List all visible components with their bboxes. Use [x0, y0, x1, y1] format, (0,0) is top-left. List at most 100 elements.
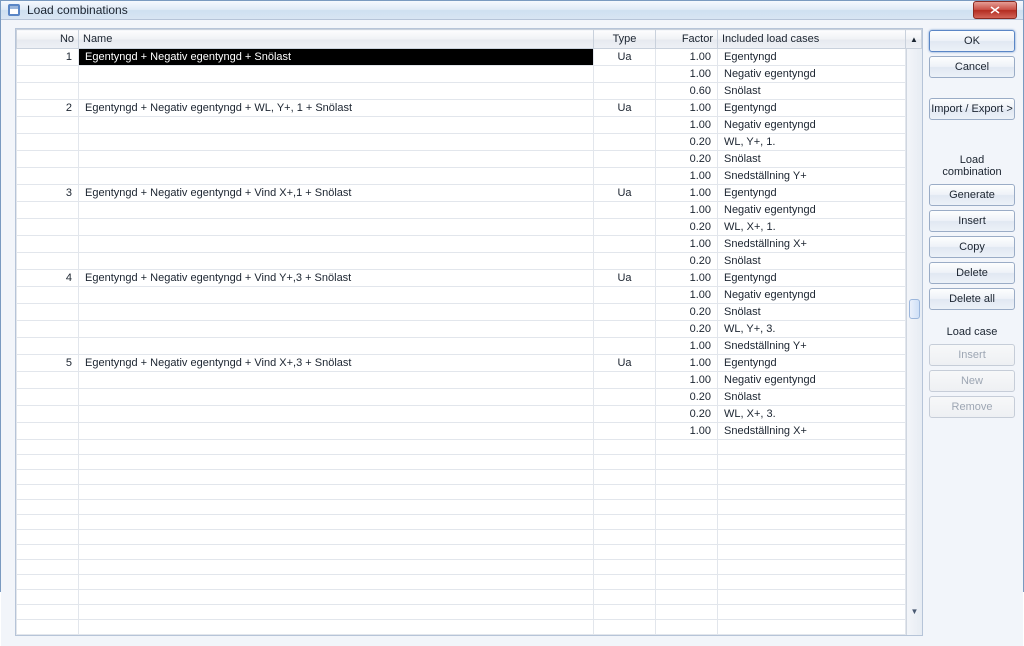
header-type[interactable]: Type [594, 30, 656, 49]
cell[interactable]: 1 [17, 49, 79, 66]
cell[interactable] [17, 455, 79, 470]
cell[interactable] [79, 83, 594, 100]
table-row[interactable]: 0.20Snölast [17, 253, 922, 270]
cell[interactable] [17, 304, 79, 321]
ok-button[interactable]: OK [929, 30, 1015, 52]
cell[interactable]: 1.00 [656, 338, 718, 355]
cell[interactable] [79, 304, 594, 321]
cell[interactable] [79, 321, 594, 338]
cell[interactable]: 0.20 [656, 304, 718, 321]
cell[interactable] [656, 620, 718, 635]
cell[interactable] [718, 620, 906, 635]
cell[interactable] [79, 134, 594, 151]
cell[interactable] [594, 236, 656, 253]
table-row[interactable]: 5Egentyngd + Negativ egentyngd + Vind X+… [17, 355, 922, 372]
cell[interactable] [79, 389, 594, 406]
delete-button[interactable]: Delete [929, 262, 1015, 284]
cell[interactable] [79, 253, 594, 270]
cell[interactable]: Snölast [718, 83, 906, 100]
cell[interactable]: 0.20 [656, 253, 718, 270]
table-row-empty[interactable] [17, 455, 922, 470]
cell[interactable] [718, 485, 906, 500]
cell[interactable]: 0.60 [656, 83, 718, 100]
scroll-up-icon[interactable] [907, 49, 922, 65]
cell[interactable] [656, 500, 718, 515]
cell[interactable]: 1.00 [656, 236, 718, 253]
generate-button[interactable]: Generate [929, 184, 1015, 206]
table-row[interactable]: 0.20Snölast [17, 389, 922, 406]
cell[interactable]: 1.00 [656, 372, 718, 389]
cell[interactable]: Egentyngd + Negativ egentyngd + Vind Y+,… [79, 270, 594, 287]
cell[interactable]: Ua [594, 270, 656, 287]
cell[interactable]: Snölast [718, 151, 906, 168]
table-row[interactable]: 3Egentyngd + Negativ egentyngd + Vind X+… [17, 185, 922, 202]
table-row-empty[interactable] [17, 620, 922, 635]
cell[interactable] [17, 575, 79, 590]
cell[interactable]: Snölast [718, 253, 906, 270]
cell[interactable] [594, 83, 656, 100]
table-row[interactable]: 0.20Snölast [17, 151, 922, 168]
cell[interactable]: 0.20 [656, 151, 718, 168]
cell[interactable]: Negativ egentyngd [718, 287, 906, 304]
table-row[interactable]: 0.20WL, X+, 1. [17, 219, 922, 236]
table-row[interactable]: 1.00Negativ egentyngd [17, 66, 922, 83]
cell[interactable] [594, 500, 656, 515]
cell[interactable] [79, 406, 594, 423]
table-row-empty[interactable] [17, 545, 922, 560]
cell[interactable]: Negativ egentyngd [718, 117, 906, 134]
titlebar[interactable]: Load combinations [1, 1, 1023, 20]
cell[interactable]: 0.20 [656, 406, 718, 423]
cell[interactable]: 0.20 [656, 389, 718, 406]
cell[interactable] [17, 485, 79, 500]
combinations-grid[interactable]: No Name Type Factor Included load cases … [16, 29, 922, 635]
cell[interactable] [594, 287, 656, 304]
cell[interactable] [656, 440, 718, 455]
case-remove-button[interactable]: Remove [929, 396, 1015, 418]
cell[interactable] [17, 560, 79, 575]
cell[interactable] [17, 219, 79, 236]
cell[interactable] [718, 515, 906, 530]
cell[interactable] [17, 500, 79, 515]
scroll-down-icon[interactable]: ▼ [907, 603, 922, 619]
cell[interactable] [79, 530, 594, 545]
cell[interactable]: Egentyngd [718, 270, 906, 287]
cell[interactable] [79, 372, 594, 389]
cancel-button[interactable]: Cancel [929, 56, 1015, 78]
cell[interactable] [17, 440, 79, 455]
cell[interactable]: Egentyngd [718, 185, 906, 202]
cell[interactable] [594, 530, 656, 545]
cell[interactable] [594, 372, 656, 389]
cell[interactable] [79, 219, 594, 236]
cell[interactable] [79, 287, 594, 304]
header-scroll-up[interactable]: ▲ [906, 30, 922, 49]
cell[interactable] [17, 530, 79, 545]
cell[interactable] [594, 545, 656, 560]
cell[interactable] [718, 500, 906, 515]
cell[interactable] [594, 202, 656, 219]
cell[interactable] [79, 620, 594, 635]
cell[interactable]: 5 [17, 355, 79, 372]
cell[interactable] [718, 530, 906, 545]
scroll-thumb[interactable] [909, 299, 920, 319]
cell[interactable]: 0.20 [656, 134, 718, 151]
cell[interactable] [594, 117, 656, 134]
cell[interactable] [79, 236, 594, 253]
cell[interactable] [594, 470, 656, 485]
cell[interactable]: Snedställning X+ [718, 236, 906, 253]
cell[interactable] [79, 515, 594, 530]
table-row[interactable]: 0.20Snölast [17, 304, 922, 321]
table-row[interactable]: 0.20WL, Y+, 1. [17, 134, 922, 151]
cell[interactable] [718, 455, 906, 470]
cell[interactable]: Egentyngd + Negativ egentyngd + Snölast [79, 49, 594, 66]
table-row-empty[interactable] [17, 560, 922, 575]
table-row-empty[interactable] [17, 605, 922, 620]
cell[interactable] [79, 605, 594, 620]
cell[interactable] [79, 545, 594, 560]
cell[interactable] [656, 560, 718, 575]
cell[interactable] [17, 117, 79, 134]
cell[interactable] [594, 406, 656, 423]
cell[interactable] [17, 236, 79, 253]
cell[interactable] [17, 338, 79, 355]
cell[interactable] [656, 545, 718, 560]
cell[interactable] [594, 219, 656, 236]
